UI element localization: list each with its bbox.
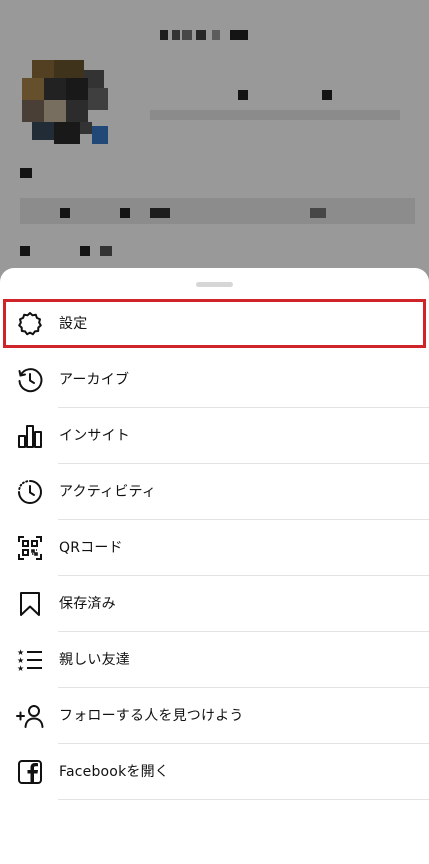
- menu-item-settings[interactable]: 設定: [0, 296, 429, 352]
- profile-background: [0, 0, 429, 300]
- menu-item-label: QRコード: [59, 540, 123, 556]
- facebook-icon: [16, 758, 44, 786]
- menu-item-label: インサイト: [59, 428, 130, 444]
- menu-item-qr-code[interactable]: QRコード: [0, 520, 429, 576]
- menu-item-label: 設定: [59, 316, 88, 332]
- menu-item-label: 保存済み: [59, 596, 116, 612]
- menu-item-close-friends[interactable]: ★ ★ ★ 親しい友達: [0, 632, 429, 688]
- insights-bar-chart-icon: [16, 422, 44, 450]
- menu-item-label: 親しい友達: [59, 652, 130, 668]
- divider: [58, 799, 429, 800]
- modal-overlay[interactable]: [0, 0, 429, 300]
- activity-clock-icon: [16, 478, 44, 506]
- svg-text:★: ★: [17, 664, 24, 673]
- menu-item-label: フォローする人を見つけよう: [59, 708, 244, 724]
- menu-item-label: アーカイブ: [59, 372, 130, 388]
- menu-item-saved[interactable]: 保存済み: [0, 576, 429, 632]
- menu-item-activity[interactable]: アクティビティ: [0, 464, 429, 520]
- qr-code-icon: [16, 534, 44, 562]
- sheet-drag-handle[interactable]: [196, 282, 233, 287]
- close-friends-list-icon: ★ ★ ★: [16, 646, 44, 674]
- bottom-sheet-menu: 設定 アーカイブ インサイト アクティビティ QRコード 保存済み ★ ★ ★ …: [0, 268, 429, 864]
- archive-history-icon: [16, 366, 44, 394]
- menu-item-open-facebook[interactable]: Facebookを開く: [0, 744, 429, 800]
- gear-icon: [16, 310, 44, 338]
- menu-item-label: Facebookを開く: [59, 764, 169, 780]
- add-person-icon: [16, 702, 44, 730]
- menu-item-insights[interactable]: インサイト: [0, 408, 429, 464]
- menu-item-discover-people[interactable]: フォローする人を見つけよう: [0, 688, 429, 744]
- bookmark-icon: [16, 590, 44, 618]
- menu-item-label: アクティビティ: [59, 484, 157, 500]
- menu-list: 設定 アーカイブ インサイト アクティビティ QRコード 保存済み ★ ★ ★ …: [0, 296, 429, 800]
- menu-item-archive[interactable]: アーカイブ: [0, 352, 429, 408]
